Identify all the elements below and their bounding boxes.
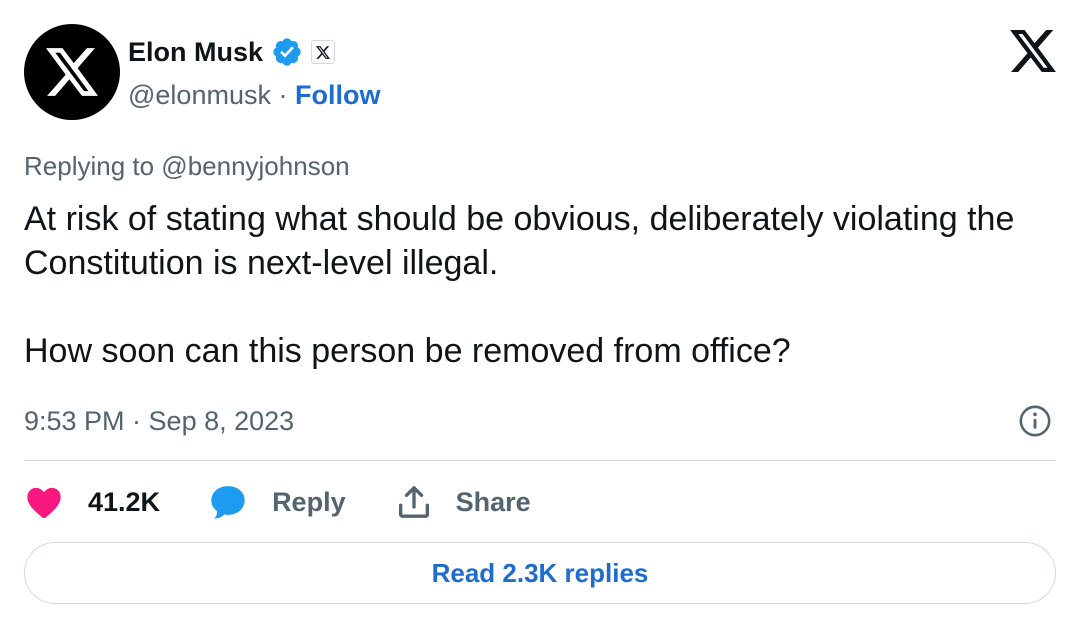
read-replies-button[interactable]: Read 2.3K replies xyxy=(24,542,1056,604)
like-count: 41.2K xyxy=(88,486,161,517)
author-name[interactable]: Elon Musk xyxy=(128,34,263,70)
share-icon xyxy=(398,486,429,518)
author-handle[interactable]: @elonmusk xyxy=(128,80,271,110)
handle-separator: · xyxy=(270,80,295,110)
share-label: Share xyxy=(455,486,531,517)
author-name-row[interactable]: Elon Musk xyxy=(128,34,336,70)
tweet-timestamp[interactable]: 9:53 PM · Sep 8, 2023 xyxy=(24,404,294,438)
x-logo-icon[interactable] xyxy=(1010,30,1056,72)
tweet-text: At risk of stating what should be obviou… xyxy=(24,197,1054,373)
embedded-tweet-card: Elon Musk @elonmusk · Follow Replying to… xyxy=(0,0,1088,630)
handle-line: @elonmusk · Follow xyxy=(128,78,380,112)
speech-bubble-icon xyxy=(211,486,245,519)
verified-badge-icon xyxy=(273,38,301,66)
like-button[interactable]: 41.2K xyxy=(24,482,160,522)
share-button[interactable]: Share xyxy=(394,482,531,522)
tweet-paragraph: How soon can this person be removed from… xyxy=(24,332,791,370)
tweet-paragraph: At risk of stating what should be obviou… xyxy=(24,200,1015,282)
replying-to[interactable]: Replying to @bennyjohnson xyxy=(24,150,350,182)
info-icon[interactable] xyxy=(1018,404,1052,438)
avatar[interactable] xyxy=(24,24,120,120)
x-affiliate-badge-icon xyxy=(311,40,336,64)
heart-icon xyxy=(27,487,61,518)
follow-button[interactable]: Follow xyxy=(295,80,380,110)
x-logo-icon xyxy=(46,48,98,96)
divider xyxy=(24,460,1056,461)
reply-button[interactable]: Reply xyxy=(208,482,346,522)
reply-label: Reply xyxy=(272,486,346,517)
tweet-actions: 41.2K Reply Share xyxy=(24,480,531,524)
